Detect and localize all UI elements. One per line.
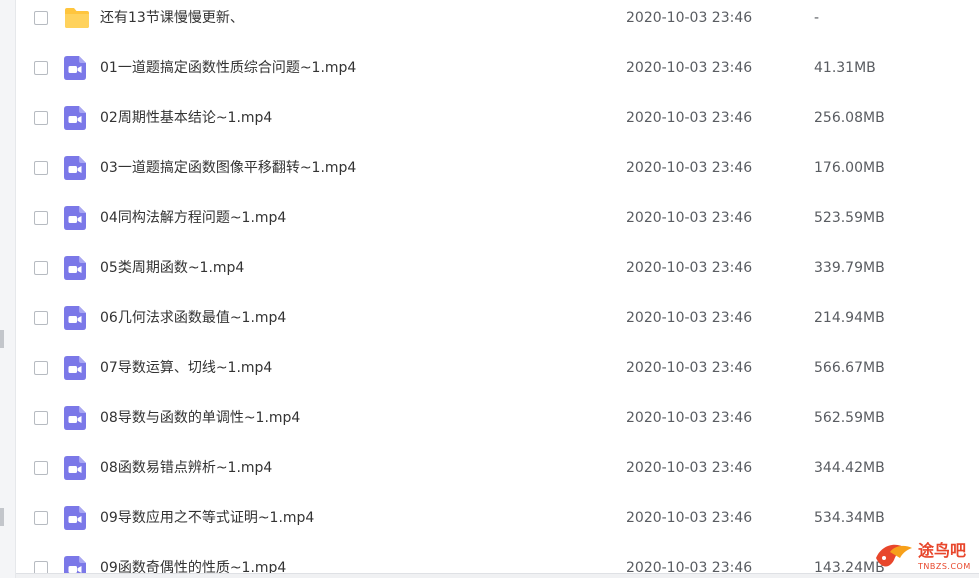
row-checkbox[interactable] (34, 311, 48, 325)
file-size: 534.34MB (814, 510, 885, 526)
file-row[interactable]: 07导数运算、切线~1.mp4 2020-10-03 23:46 566.67MB (16, 346, 979, 396)
file-row[interactable]: 01一道题搞定函数性质综合问题~1.mp4 2020-10-03 23:46 41.… (16, 46, 979, 96)
file-browser: 还有13节课慢慢更新、 2020-10-03 23:46 - 01一道题搞定函数性质综… (0, 0, 979, 578)
side-panel-marker (0, 330, 4, 348)
file-row[interactable]: 09导数应用之不等式证明~1.mp4 2020-10-03 23:46 534.34… (16, 496, 979, 546)
row-checkbox[interactable] (34, 11, 48, 25)
file-size: 214.94MB (814, 310, 885, 326)
file-row[interactable]: 04同构法解方程问题~1.mp4 2020-10-03 23:46 523.59MB (16, 196, 979, 246)
file-date: 2020-10-03 23:46 (626, 460, 753, 476)
file-name[interactable]: 02周期性基本结论~1.mp4 (100, 109, 272, 127)
file-date: 2020-10-03 23:46 (626, 510, 753, 526)
row-checkbox[interactable] (34, 211, 48, 225)
file-date: 2020-10-03 23:46 (626, 60, 753, 76)
file-date: 2020-10-03 23:46 (626, 110, 753, 126)
file-name[interactable]: 08函数易错点辨析~1.mp4 (100, 459, 272, 477)
video-file-icon (64, 106, 86, 130)
file-name[interactable]: 07导数运算、切线~1.mp4 (100, 359, 272, 377)
file-list: 还有13节课慢慢更新、 2020-10-03 23:46 - 01一道题搞定函数性质综… (16, 0, 979, 578)
file-row[interactable]: 05类周期函数~1.mp4 2020-10-03 23:46 339.79MB (16, 246, 979, 296)
row-checkbox[interactable] (34, 111, 48, 125)
file-name[interactable]: 09导数应用之不等式证明~1.mp4 (100, 509, 314, 527)
file-date: 2020-10-03 23:46 (626, 360, 753, 376)
file-name[interactable]: 01一道题搞定函数性质综合问题~1.mp4 (100, 59, 356, 77)
folder-icon (64, 6, 89, 30)
bird-logo-icon (876, 544, 912, 567)
side-panel-marker (0, 508, 4, 526)
file-date: 2020-10-03 23:46 (626, 410, 753, 426)
file-row[interactable]: 06几何法求函数最值~1.mp4 2020-10-03 23:46 214.94MB (16, 296, 979, 346)
horizontal-scrollbar[interactable] (16, 574, 979, 578)
file-size: 339.79MB (814, 260, 885, 276)
video-file-icon (64, 406, 86, 430)
file-size: 566.67MB (814, 360, 885, 376)
file-size: - (814, 10, 820, 26)
row-checkbox[interactable] (34, 61, 48, 75)
file-size: 41.31MB (814, 60, 876, 76)
file-date: 2020-10-03 23:46 (626, 160, 753, 176)
file-row[interactable]: 还有13节课慢慢更新、 2020-10-03 23:46 - (16, 0, 979, 46)
file-name[interactable]: 03一道题搞定函数图像平移翻转~1.mp4 (100, 159, 356, 177)
file-size: 344.42MB (814, 460, 885, 476)
file-row[interactable]: 08导数与函数的单调性~1.mp4 2020-10-03 23:46 562.59M… (16, 396, 979, 446)
file-date: 2020-10-03 23:46 (626, 10, 753, 26)
row-checkbox[interactable] (34, 461, 48, 475)
file-size: 256.08MB (814, 110, 885, 126)
video-file-icon (64, 156, 86, 180)
video-file-icon (64, 356, 86, 380)
file-date: 2020-10-03 23:46 (626, 260, 753, 276)
file-size: 523.59MB (814, 210, 885, 226)
row-checkbox[interactable] (34, 511, 48, 525)
file-row[interactable]: 03一道题搞定函数图像平移翻转~1.mp4 2020-10-03 23:46 176… (16, 146, 979, 196)
row-checkbox[interactable] (34, 361, 48, 375)
video-file-icon (64, 306, 86, 330)
row-checkbox[interactable] (34, 261, 48, 275)
watermark-logo: 途鸟吧 TNBZS.COM (872, 538, 976, 576)
file-row[interactable]: 02周期性基本结论~1.mp4 2020-10-03 23:46 256.08MB (16, 96, 979, 146)
file-name[interactable]: 04同构法解方程问题~1.mp4 (100, 209, 286, 227)
file-row[interactable]: 08函数易错点辨析~1.mp4 2020-10-03 23:46 344.42MB (16, 446, 979, 496)
file-date: 2020-10-03 23:46 (626, 210, 753, 226)
file-name[interactable]: 08导数与函数的单调性~1.mp4 (100, 409, 300, 427)
watermark-name: 途鸟吧 (918, 541, 967, 560)
video-file-icon (64, 506, 86, 530)
row-checkbox[interactable] (34, 161, 48, 175)
file-name[interactable]: 05类周期函数~1.mp4 (100, 259, 244, 277)
video-file-icon (64, 206, 86, 230)
video-file-icon (64, 56, 86, 80)
watermark-url: TNBZS.COM (918, 562, 971, 571)
video-file-icon (64, 256, 86, 280)
file-size: 562.59MB (814, 410, 885, 426)
side-panel-edge (0, 0, 16, 578)
file-size: 176.00MB (814, 160, 885, 176)
file-date: 2020-10-03 23:46 (626, 310, 753, 326)
file-name[interactable]: 06几何法求函数最值~1.mp4 (100, 309, 286, 327)
row-checkbox[interactable] (34, 411, 48, 425)
video-file-icon (64, 456, 86, 480)
file-name[interactable]: 还有13节课慢慢更新、 (100, 9, 244, 27)
